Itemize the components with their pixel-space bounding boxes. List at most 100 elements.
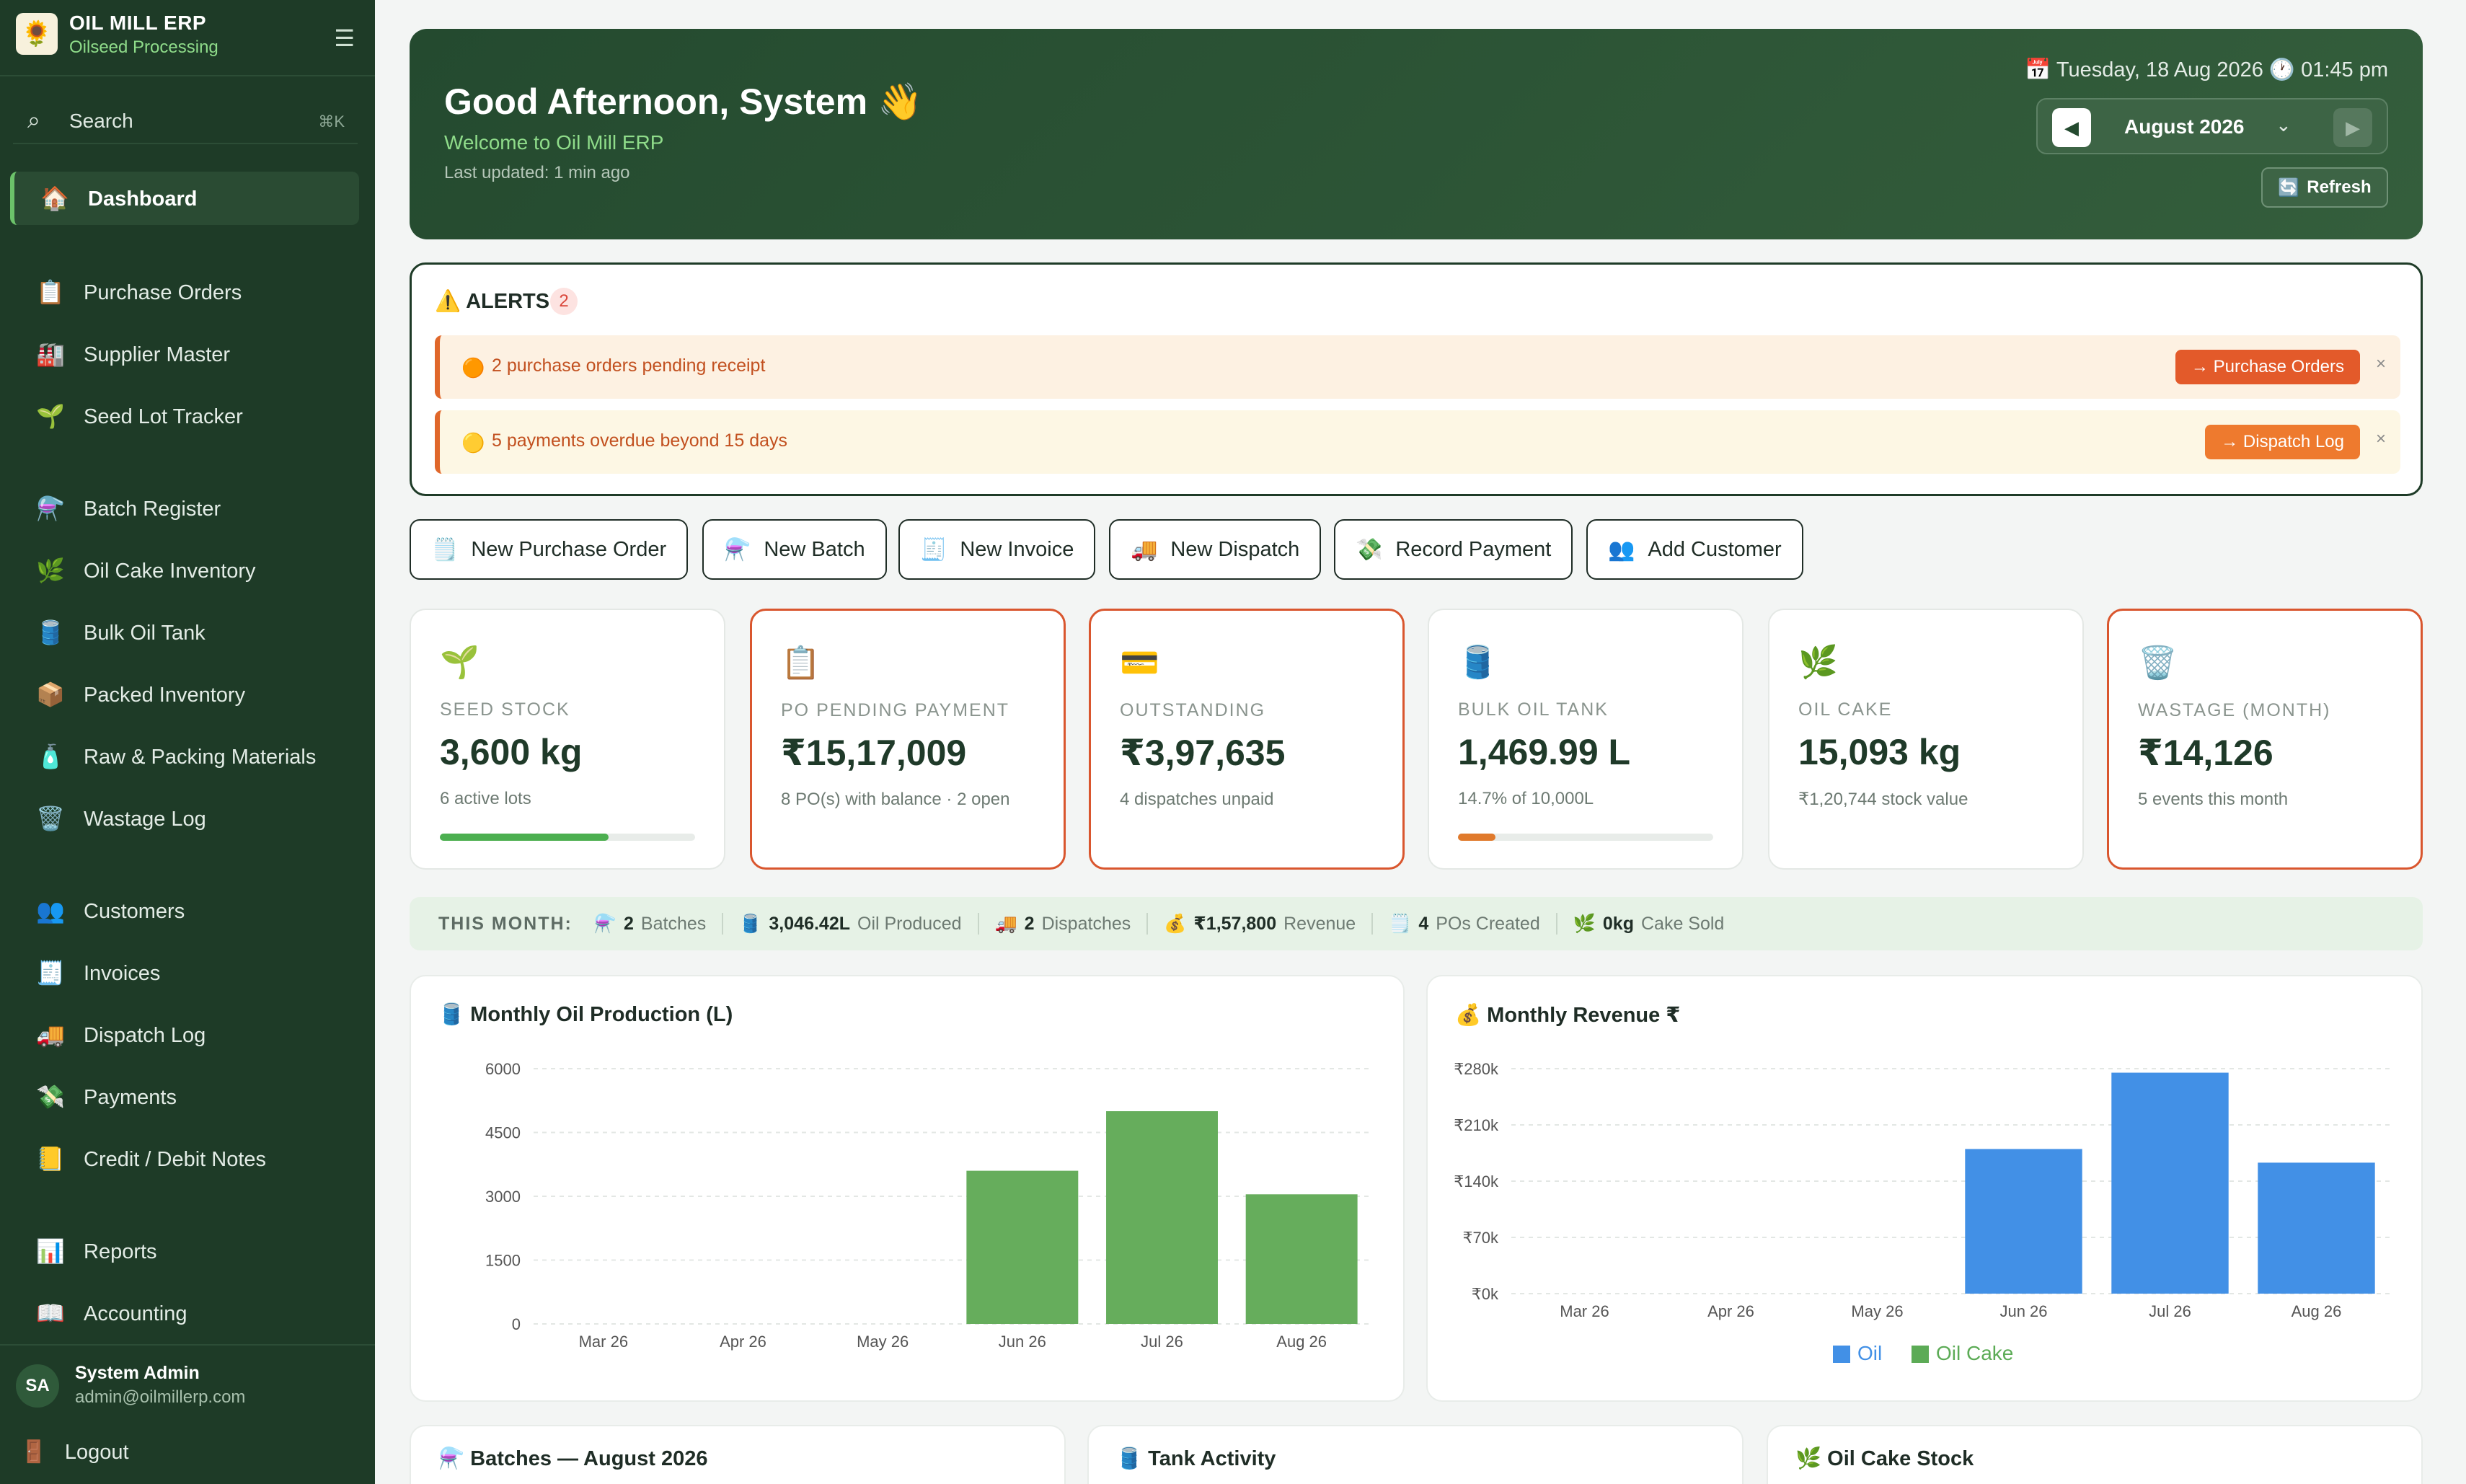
sidebar-item-packed-inventory[interactable]: 📦 Packed Inventory (10, 668, 359, 721)
sidebar-item-accounting[interactable]: 📖 Accounting (10, 1286, 359, 1340)
dashboard-icon: 🏠 (40, 185, 69, 211)
y-tick-label: ₹280k (1454, 1060, 1499, 1078)
sidebar-item-credit-debit-notes[interactable]: 📒 Credit / Debit Notes (10, 1132, 359, 1185)
kpi-label: WASTAGE (MONTH) (2138, 700, 2331, 720)
dispatch-log-icon: 🚚 (36, 1022, 65, 1048)
raw-packing-materials-icon: 🧴 (36, 743, 65, 769)
sidebar-search[interactable]: ⌕ Search ⌘K (13, 100, 358, 144)
chevron-down-icon[interactable]: ⌄ (2276, 114, 2292, 136)
close-icon[interactable]: × (2376, 429, 2386, 449)
kpi-card-po-pending-payment[interactable]: 📋 PO PENDING PAYMENT ₹15,17,009 8 PO(s) wit… (750, 609, 1066, 870)
legend-swatch (1912, 1346, 1929, 1363)
user-email: admin@oilmillerp.com (75, 1387, 246, 1407)
x-tick-label: Mar 26 (579, 1333, 628, 1351)
new-invoice-button[interactable]: 🧾 New Invoice (898, 519, 1096, 580)
kpi-card-seed-stock[interactable]: 🌱 SEED STOCK 3,600 kg 6 active lots (410, 609, 725, 870)
month-select[interactable]: August 2026 (2124, 115, 2245, 138)
kpi-card-bulk-oil-tank[interactable]: 🛢️ BULK OIL TANK 1,469.99 L 14.7% of 10,000… (1428, 609, 1744, 870)
logout-button[interactable]: 🚪 Logout (20, 1439, 129, 1465)
sidebar-item-oil-cake-inventory[interactable]: 🌿 Oil Cake Inventory (10, 544, 359, 597)
sidebar-item-supplier-master[interactable]: 🏭 Supplier Master (10, 327, 359, 381)
kpi-label: BULK OIL TANK (1458, 699, 1609, 720)
x-tick-label: Jul 26 (2149, 1302, 2191, 1320)
this-month-summary: THIS MONTH: ⚗️ 2 Batches 🛢️ 3,046.42L Oil Pro… (410, 897, 2423, 950)
x-tick-label: Apr 26 (720, 1333, 766, 1351)
kpi-card-outstanding[interactable]: 💳 OUTSTANDING ₹3,97,635 4 dispatches unpaid (1089, 609, 1405, 870)
menu-toggle-icon[interactable]: ☰ (334, 25, 355, 52)
kpi-subtext: 6 active lots (440, 789, 531, 808)
kpi-label: PO PENDING PAYMENT (781, 700, 1010, 720)
x-tick-label: May 26 (1851, 1302, 1903, 1320)
kpi-subtext: 8 PO(s) with balance · 2 open (781, 790, 1010, 809)
summary-label: Cake Sold (1640, 913, 1725, 934)
current-datetime: 📅 Tuesday, 18 Aug 2026 🕐 01:45 pm (2025, 58, 2388, 81)
quick-action-label: New Batch (764, 537, 865, 561)
add-customer-button[interactable]: 👥 Add Customer (1586, 519, 1803, 580)
prev-month-button[interactable]: ◀ (2052, 108, 2091, 147)
summary-oil-produced: 🛢️ 3,046.42L Oil Produced (739, 914, 961, 935)
user-profile[interactable]: SA System Admin admin@oilmillerp.com (0, 1347, 375, 1426)
kpi-label: SEED STOCK (440, 699, 570, 720)
summary-batches: ⚗️ 2 Batches (594, 914, 706, 935)
oil-produced-icon: 🛢️ (739, 913, 762, 934)
sidebar-item-bulk-oil-tank[interactable]: 🛢️ Bulk Oil Tank (10, 606, 359, 659)
kpi-value: 3,600 kg (440, 732, 583, 772)
bulk-oil-tank-icon: 🛢️ (1458, 645, 1498, 680)
sidebar-item-label: Dispatch Log (84, 1024, 206, 1047)
outstanding-icon: 💳 (1120, 645, 1159, 681)
x-tick-label: Jun 26 (1999, 1302, 2047, 1320)
bar-jul-26[interactable] (2111, 1072, 2229, 1294)
quick-action-label: New Invoice (960, 537, 1074, 561)
sidebar-item-label: Dashboard (88, 187, 198, 211)
alert-action-button[interactable]: → Dispatch Log (2205, 425, 2360, 459)
welcome-text: Welcome to Oil Mill ERP (444, 131, 664, 154)
sidebar-item-wastage-log[interactable]: 🗑️ Wastage Log (10, 792, 359, 845)
summary-value: 2 (1024, 913, 1035, 934)
kpi-card-oil-cake[interactable]: 🌿 OIL CAKE 15,093 kg ₹1,20,744 stock value (1768, 609, 2084, 870)
kpi-card-wastage-month[interactable]: 🗑️ WASTAGE (MONTH) ₹14,126 5 events this mo… (2107, 609, 2423, 870)
card-title: 🌿 Oil Cake Stock (1795, 1447, 1974, 1470)
bar-aug-26[interactable] (2258, 1162, 2375, 1294)
close-icon[interactable]: × (2376, 354, 2386, 374)
revenue-icon: 💰 (1164, 913, 1187, 934)
invoices-icon: 🧾 (36, 960, 65, 986)
summary-value: ₹1,57,800 (1193, 914, 1277, 934)
sidebar-item-purchase-orders[interactable]: 📋 Purchase Orders (10, 265, 359, 319)
sidebar-item-dashboard[interactable]: 🏠 Dashboard (10, 172, 359, 225)
kpi-value: ₹14,126 (2138, 733, 2273, 773)
next-month-button[interactable]: ▶ (2333, 108, 2372, 147)
sidebar-item-reports[interactable]: 📊 Reports (10, 1224, 359, 1278)
sidebar-item-label: Supplier Master (84, 343, 231, 366)
new-batch-button[interactable]: ⚗️ New Batch (702, 519, 887, 580)
new-dispatch-icon: 🚚 (1131, 537, 1158, 562)
sidebar-item-label: Payments (84, 1086, 177, 1109)
bar-jun-26[interactable] (1965, 1149, 2082, 1294)
bar-jun-26[interactable] (966, 1170, 1079, 1324)
supplier-master-icon: 🏭 (36, 341, 65, 367)
bar-aug-26[interactable] (1245, 1194, 1358, 1324)
summary-value: 0kg (1602, 913, 1634, 934)
new-dispatch-button[interactable]: 🚚 New Dispatch (1109, 519, 1322, 580)
sidebar-item-payments[interactable]: 💸 Payments (10, 1070, 359, 1123)
record-payment-button[interactable]: 💸 Record Payment (1334, 519, 1573, 580)
legend-label: Oil (1857, 1342, 1882, 1364)
alert-action-button[interactable]: → Purchase Orders (2175, 350, 2360, 384)
sidebar-item-batch-register[interactable]: ⚗️ Batch Register (10, 482, 359, 535)
wastage-log-icon: 🗑️ (36, 805, 65, 831)
batches-icon: ⚗️ (593, 913, 617, 934)
sidebar-item-dispatch-log[interactable]: 🚚 Dispatch Log (10, 1008, 359, 1061)
refresh-button[interactable]: 🔄 Refresh (2261, 167, 2388, 208)
sidebar-item-customers[interactable]: 👥 Customers (10, 884, 359, 937)
x-tick-label: Jul 26 (1141, 1333, 1183, 1351)
sidebar-item-raw-packing-materials[interactable]: 🧴 Raw & Packing Materials (10, 730, 359, 783)
new-purchase-order-button[interactable]: 🗒️ New Purchase Order (410, 519, 689, 580)
sidebar-item-seed-lot-tracker[interactable]: 🌱 Seed Lot Tracker (10, 389, 359, 443)
legend-swatch (1833, 1346, 1850, 1363)
separator (977, 913, 979, 935)
sidebar-item-label: Oil Cake Inventory (84, 560, 256, 583)
sidebar-item-invoices[interactable]: 🧾 Invoices (10, 946, 359, 999)
separator (1555, 913, 1557, 935)
bar-jul-26[interactable] (1106, 1111, 1218, 1324)
quick-action-label: Add Customer (1648, 537, 1782, 561)
alert-item: 🟠 2 purchase orders pending receipt → Purc… (435, 335, 2400, 399)
